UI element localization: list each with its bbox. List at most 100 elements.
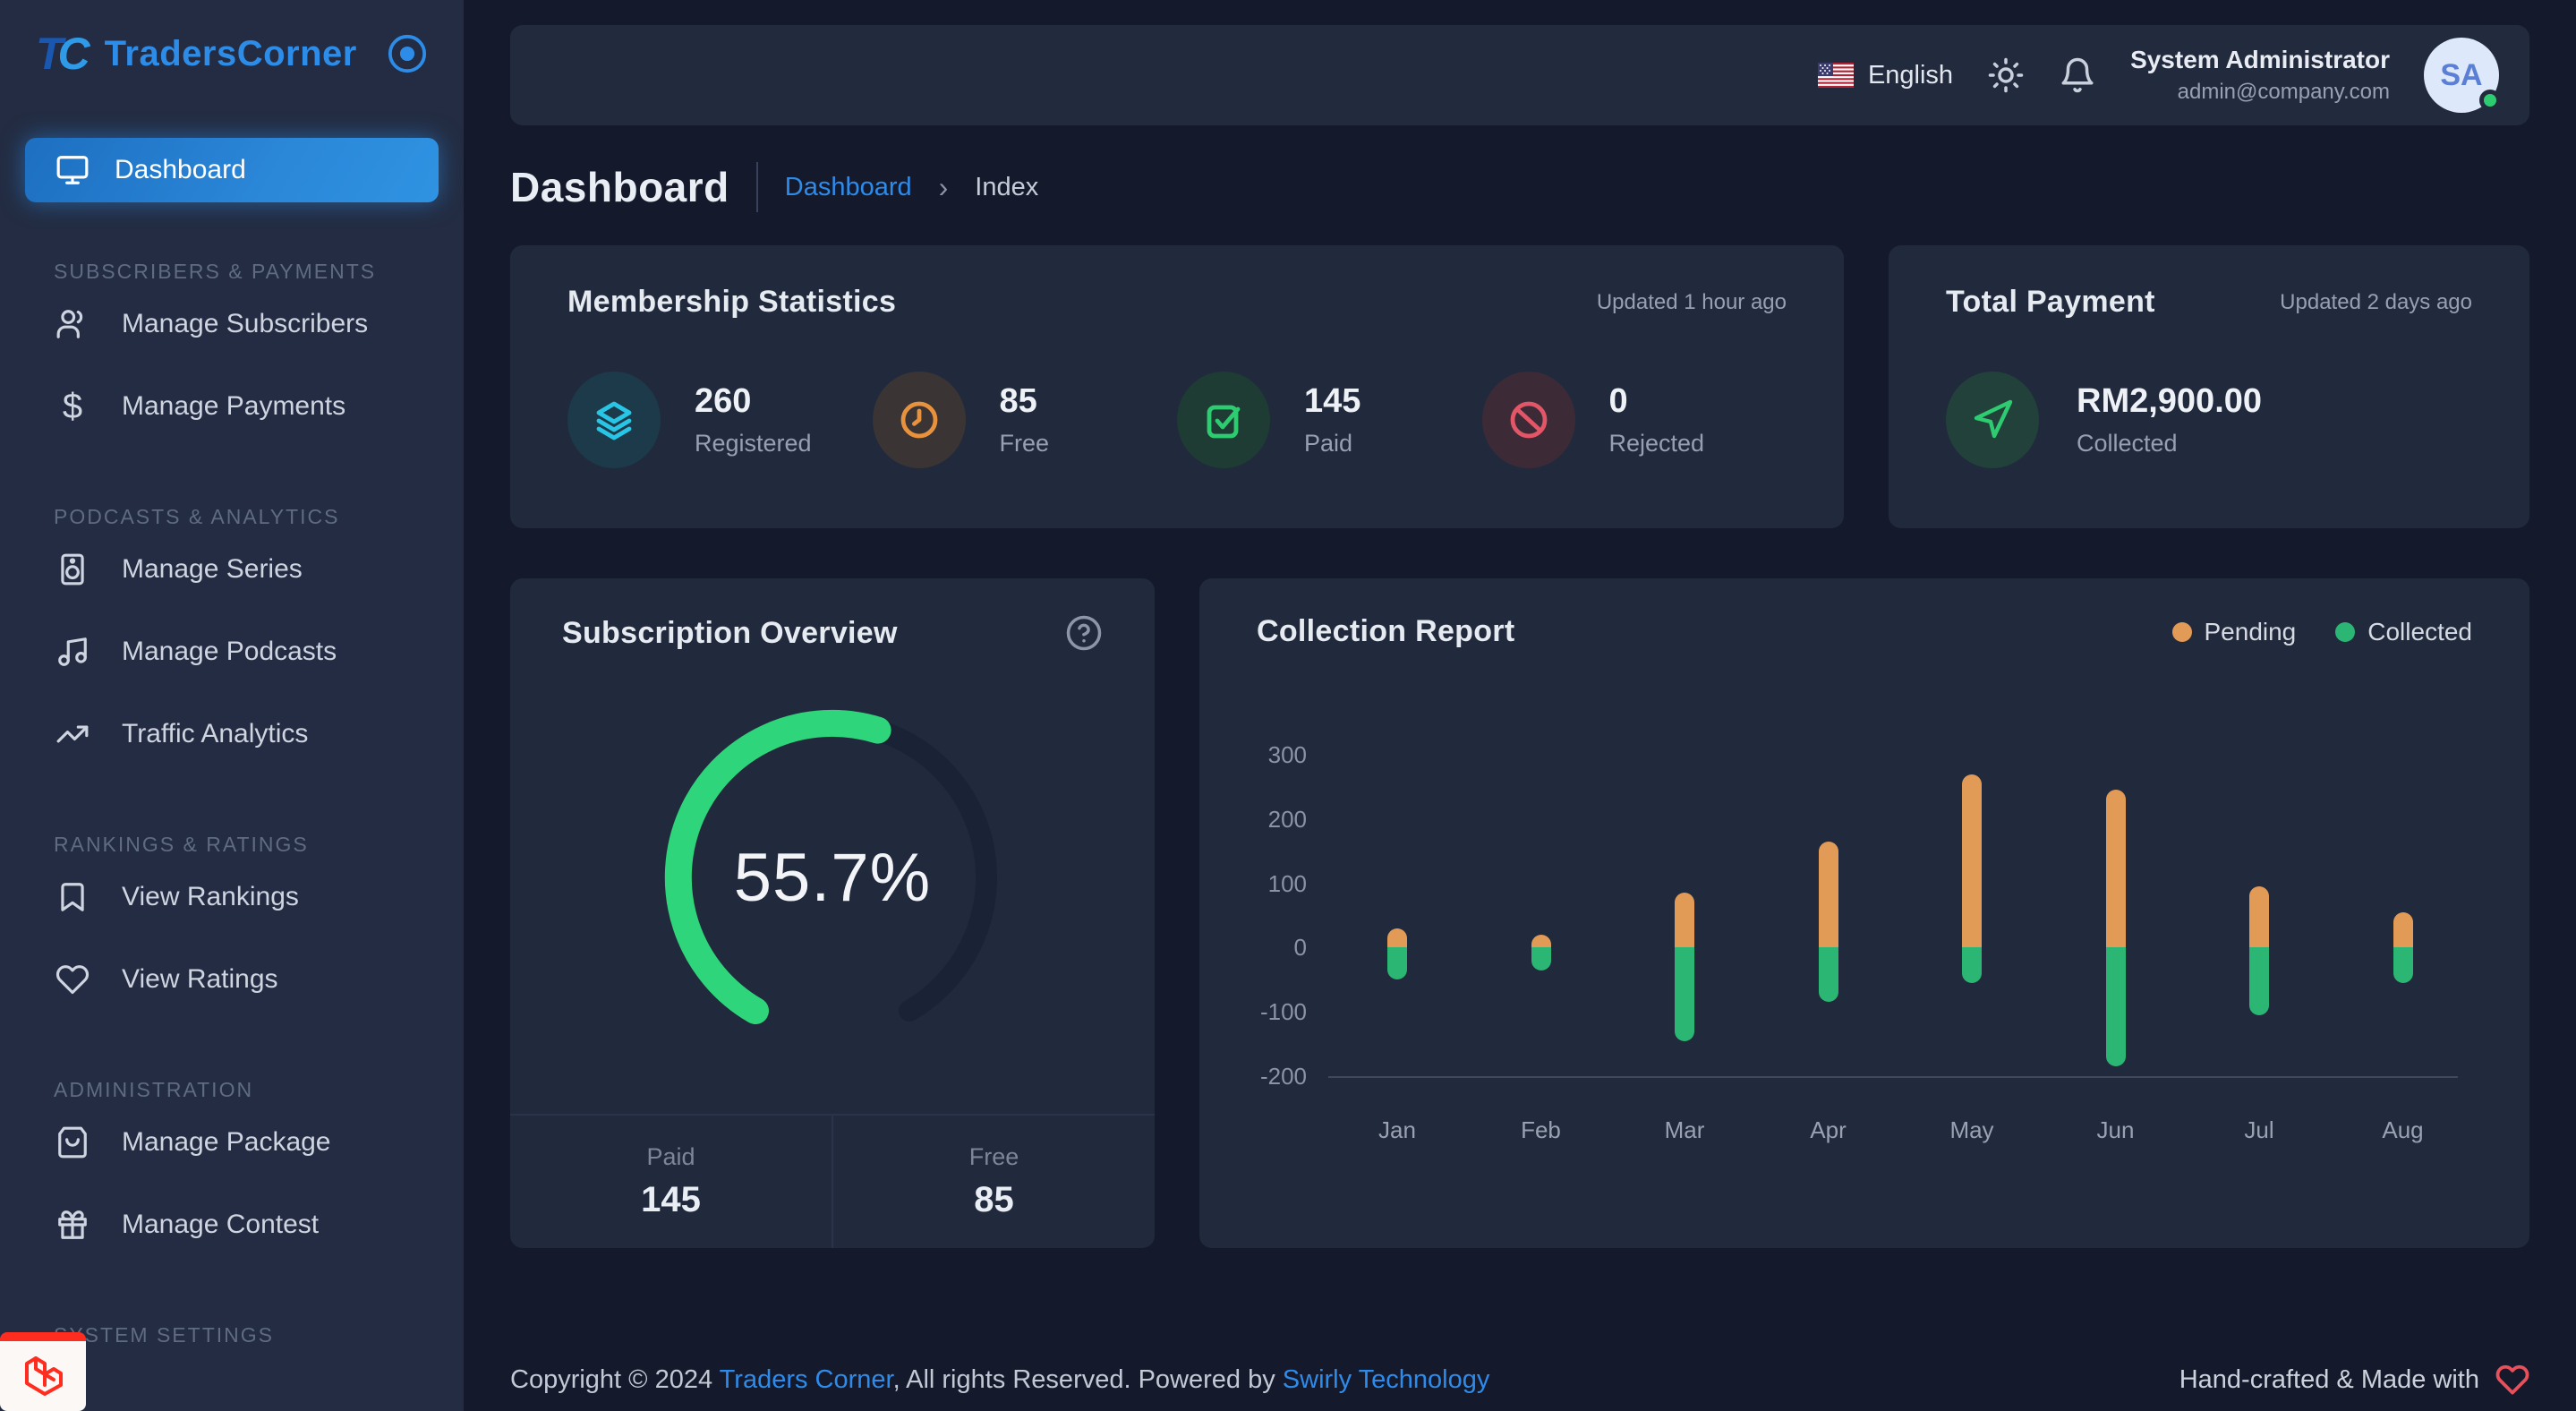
copyright: Copyright © 2024 Traders Corner, All rig… — [510, 1365, 1489, 1395]
sidebar-item-label: Manage Contest — [122, 1210, 319, 1240]
updated-label: Updated 2 days ago — [2280, 290, 2472, 315]
free-label: Free — [969, 1143, 1019, 1171]
bar-pending-aug — [2393, 912, 2413, 947]
trending-up-icon — [55, 717, 90, 751]
payment-amount: RM2,900.00 — [2077, 382, 2262, 421]
sidebar-collapse-icon[interactable] — [387, 33, 428, 74]
send-icon — [1946, 372, 2039, 468]
subscription-footer: Paid 145 Free 85 — [510, 1114, 1155, 1248]
gauge-percent-label: 55.7% — [644, 689, 1020, 1065]
made-with-love: Hand-crafted & Made with — [2179, 1363, 2529, 1397]
stat-label: Paid — [1304, 430, 1361, 458]
sidebar-item-label: Manage Podcasts — [122, 637, 337, 667]
sidebar-item-view-ratings[interactable]: View Ratings — [0, 938, 464, 1021]
sidebar-item-label: Manage Subscribers — [122, 309, 368, 339]
page-header: Dashboard Dashboard › Index — [510, 161, 2529, 213]
gift-icon — [55, 1208, 90, 1242]
user-menu[interactable]: System Administrator admin@company.com — [2130, 46, 2390, 105]
y-tick-100: 100 — [1257, 870, 1307, 898]
laravel-debug-badge[interactable] — [0, 1332, 86, 1411]
paid-label: Paid — [646, 1143, 695, 1171]
bookmark-icon — [55, 880, 90, 914]
sidebar-item-manage-payments[interactable]: $ Manage Payments — [0, 365, 464, 448]
brand-logo[interactable]: TC TradersCorner — [0, 0, 464, 107]
heart-icon — [55, 962, 90, 996]
breadcrumb-current: Index — [975, 173, 1038, 202]
sidebar-item-label: Dashboard — [115, 155, 246, 185]
x-label-aug: Aug — [2350, 1116, 2457, 1144]
sidebar-item-dashboard[interactable]: Dashboard — [25, 138, 439, 202]
breadcrumb-dashboard-link[interactable]: Dashboard — [785, 173, 912, 202]
brand-mark: TC — [36, 28, 85, 80]
bar-pending-jun — [2106, 790, 2126, 947]
stat-paid: 145 Paid — [1177, 372, 1482, 468]
clock-icon — [873, 372, 966, 468]
free-summary: Free 85 — [832, 1116, 1155, 1248]
sidebar-item-manage-podcasts[interactable]: Manage Podcasts — [0, 611, 464, 693]
language-selector[interactable]: English — [1818, 61, 1953, 90]
avatar[interactable]: SA — [2424, 38, 2499, 113]
help-icon[interactable] — [1065, 614, 1103, 652]
music-icon — [55, 635, 90, 669]
free-value: 85 — [974, 1180, 1014, 1220]
copyright-middle: , All rights Reserved. Powered by — [893, 1365, 1283, 1394]
x-label-jan: Jan — [1343, 1116, 1451, 1144]
bar-pending-feb — [1531, 935, 1551, 947]
sidebar-item-label: Traffic Analytics — [122, 719, 308, 749]
sidebar-item-traffic-analytics[interactable]: Traffic Analytics — [0, 693, 464, 775]
traders-corner-link[interactable]: Traders Corner — [720, 1365, 893, 1394]
bar-collected-feb — [1531, 947, 1551, 970]
stat-value: 260 — [695, 382, 812, 421]
speaker-icon — [55, 552, 90, 586]
section-header-subscribers-payments: SUBSCRIBERS & PAYMENTS — [0, 260, 464, 283]
sidebar-item-manage-subscribers[interactable]: Manage Subscribers — [0, 283, 464, 365]
sidebar: TC TradersCorner Dashboard SUBSCRIBERS &… — [0, 0, 464, 1411]
sidebar-item-manage-contest[interactable]: Manage Contest — [0, 1184, 464, 1266]
heart-icon — [2495, 1363, 2529, 1397]
page-title: Dashboard — [510, 163, 729, 211]
sidebar-item-manage-series[interactable]: Manage Series — [0, 528, 464, 611]
monitor-icon — [55, 153, 90, 187]
card-title: Membership Statistics — [567, 285, 896, 320]
card-title: Collection Report — [1257, 614, 1514, 649]
us-flag-icon — [1818, 63, 1854, 88]
brand-name: TradersCorner — [105, 34, 357, 74]
bar-collected-aug — [2393, 947, 2413, 982]
stat-value: 85 — [1000, 382, 1050, 421]
bell-icon — [2059, 56, 2096, 94]
x-label-may: May — [1918, 1116, 2026, 1144]
made-with-text: Hand-crafted & Made with — [2179, 1365, 2479, 1395]
x-label-jul: Jul — [2205, 1116, 2313, 1144]
updated-label: Updated 1 hour ago — [1597, 290, 1787, 315]
x-axis-line — [1328, 1076, 2458, 1078]
legend-item-collected[interactable]: Collected — [2335, 618, 2472, 646]
legend-item-pending[interactable]: Pending — [2172, 618, 2297, 646]
subscription-gauge: 55.7% — [644, 689, 1020, 1065]
theme-toggle-button[interactable] — [1987, 56, 2025, 94]
y-tick-0: 0 — [1257, 934, 1307, 962]
bar-pending-jul — [2249, 886, 2269, 947]
payment-label: Collected — [2077, 430, 2262, 458]
x-label-jun: Jun — [2062, 1116, 2170, 1144]
avatar-initials: SA — [2440, 58, 2482, 93]
user-email: admin@company.com — [2130, 80, 2390, 105]
notifications-button[interactable] — [2059, 56, 2096, 94]
main-content: English System Administrator admin@compa… — [464, 25, 2576, 1397]
swirly-technology-link[interactable]: Swirly Technology — [1283, 1365, 1490, 1394]
language-label: English — [1868, 61, 1953, 90]
topbar: English System Administrator admin@compa… — [510, 25, 2529, 125]
stat-value: 145 — [1304, 382, 1361, 421]
x-label-feb: Feb — [1488, 1116, 1595, 1144]
stat-registered: 260 Registered — [567, 372, 873, 468]
x-label-apr: Apr — [1775, 1116, 1882, 1144]
collected-dot-icon — [2335, 622, 2355, 642]
bar-collected-mar — [1675, 947, 1694, 1040]
y-tick-300: 300 — [1257, 741, 1307, 769]
section-header-rankings-ratings: RANKINGS & RATINGS — [0, 833, 464, 856]
copyright-prefix: Copyright © 2024 — [510, 1365, 720, 1394]
section-header-podcasts-analytics: PODCASTS & ANALYTICS — [0, 505, 464, 528]
bar-collected-jun — [2106, 947, 2126, 1066]
sidebar-item-manage-package[interactable]: Manage Package — [0, 1101, 464, 1184]
sidebar-item-view-rankings[interactable]: View Rankings — [0, 856, 464, 938]
paid-value: 145 — [641, 1180, 701, 1220]
